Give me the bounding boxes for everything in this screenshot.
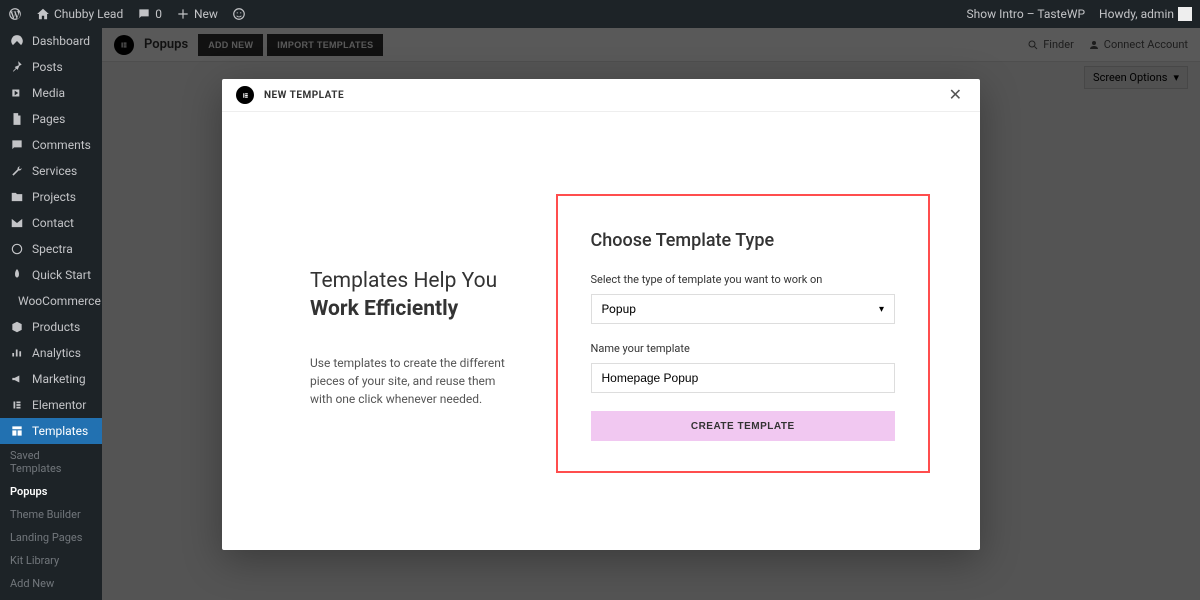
sidebar-item-templates[interactable]: Templates xyxy=(0,418,102,444)
page-icon xyxy=(10,112,24,126)
subitem-landing-pages[interactable]: Landing Pages xyxy=(0,526,102,549)
sidebar-item-dashboard[interactable]: Dashboard xyxy=(0,28,102,54)
sidebar-item-analytics[interactable]: Analytics xyxy=(0,340,102,366)
wrench-icon xyxy=(10,164,24,178)
spectra-icon xyxy=(10,242,24,256)
admin-sidebar: Dashboard Posts Media Pages Comments Ser… xyxy=(0,28,102,600)
template-form: Choose Template Type Select the type of … xyxy=(556,194,930,473)
sidebar-item-services[interactable]: Services xyxy=(0,158,102,184)
close-button[interactable]: ✕ xyxy=(945,81,966,109)
rocket-icon xyxy=(10,268,24,282)
comments-link[interactable]: 0 xyxy=(137,7,162,21)
home-icon xyxy=(36,7,50,21)
comments-icon xyxy=(10,138,24,152)
subitem-popups[interactable]: Popups xyxy=(0,480,102,503)
subitem-saved-templates[interactable]: Saved Templates xyxy=(0,444,102,480)
sidebar-item-spectra[interactable]: Spectra xyxy=(0,236,102,262)
new-template-modal: NEW TEMPLATE ✕ Templates Help You Work E… xyxy=(222,79,980,550)
close-icon: ✕ xyxy=(949,87,962,104)
dashboard-icon xyxy=(10,34,24,48)
wp-logo[interactable] xyxy=(8,7,22,21)
happy-addons-link[interactable] xyxy=(232,7,246,21)
modal-header: NEW TEMPLATE ✕ xyxy=(222,79,980,112)
sidebar-item-contact[interactable]: Contact xyxy=(0,210,102,236)
sidebar-item-projects[interactable]: Projects xyxy=(0,184,102,210)
wordpress-icon xyxy=(8,7,22,21)
elementor-logo-icon xyxy=(241,91,250,100)
howdy-link[interactable]: Howdy, admin xyxy=(1099,7,1192,21)
modal-description: Use templates to create the different pi… xyxy=(310,354,516,408)
sidebar-item-posts[interactable]: Posts xyxy=(0,54,102,80)
comment-icon xyxy=(137,7,151,21)
chevron-down-icon: ▾ xyxy=(879,304,884,315)
site-name: Chubby Lead xyxy=(54,7,123,21)
smile-icon xyxy=(232,7,246,21)
sidebar-item-pages[interactable]: Pages xyxy=(0,106,102,132)
sidebar-item-marketing[interactable]: Marketing xyxy=(0,366,102,392)
template-type-select[interactable]: Popup ▾ xyxy=(591,294,895,324)
sidebar-item-elementor[interactable]: Elementor xyxy=(0,392,102,418)
template-icon xyxy=(10,424,24,438)
megaphone-icon xyxy=(10,372,24,386)
folder-icon xyxy=(10,190,24,204)
sidebar-item-woocommerce[interactable]: WooCommerce xyxy=(0,288,102,314)
pin-icon xyxy=(10,60,24,74)
template-name-input[interactable] xyxy=(591,363,895,393)
elementor-icon xyxy=(10,398,24,412)
wp-admin-bar: Chubby Lead 0 New Show Intro – TasteWP H… xyxy=(0,0,1200,28)
envelope-icon xyxy=(10,216,24,230)
subitem-theme-builder[interactable]: Theme Builder xyxy=(0,503,102,526)
site-name-link[interactable]: Chubby Lead xyxy=(36,7,123,21)
sidebar-item-quick-start[interactable]: Quick Start xyxy=(0,262,102,288)
create-template-button[interactable]: CREATE TEMPLATE xyxy=(591,411,895,441)
modal-headline: Templates Help You Work Efficiently xyxy=(310,267,516,324)
modal-badge xyxy=(236,86,254,104)
avatar xyxy=(1178,7,1192,21)
subitem-add-new[interactable]: Add New xyxy=(0,572,102,595)
subitem-categories[interactable]: Categories xyxy=(0,595,102,600)
sidebar-item-products[interactable]: Products xyxy=(0,314,102,340)
sidebar-item-media[interactable]: Media xyxy=(0,80,102,106)
show-intro-link[interactable]: Show Intro – TasteWP xyxy=(967,7,1086,21)
modal-title: NEW TEMPLATE xyxy=(264,90,344,101)
media-icon xyxy=(10,86,24,100)
type-label: Select the type of template you want to … xyxy=(591,273,895,286)
chart-icon xyxy=(10,346,24,360)
box-icon xyxy=(10,320,24,334)
new-link[interactable]: New xyxy=(176,7,218,21)
form-title: Choose Template Type xyxy=(591,230,895,251)
subitem-kit-library[interactable]: Kit Library xyxy=(0,549,102,572)
sidebar-item-comments[interactable]: Comments xyxy=(0,132,102,158)
plus-icon xyxy=(176,7,190,21)
name-label: Name your template xyxy=(591,342,895,355)
